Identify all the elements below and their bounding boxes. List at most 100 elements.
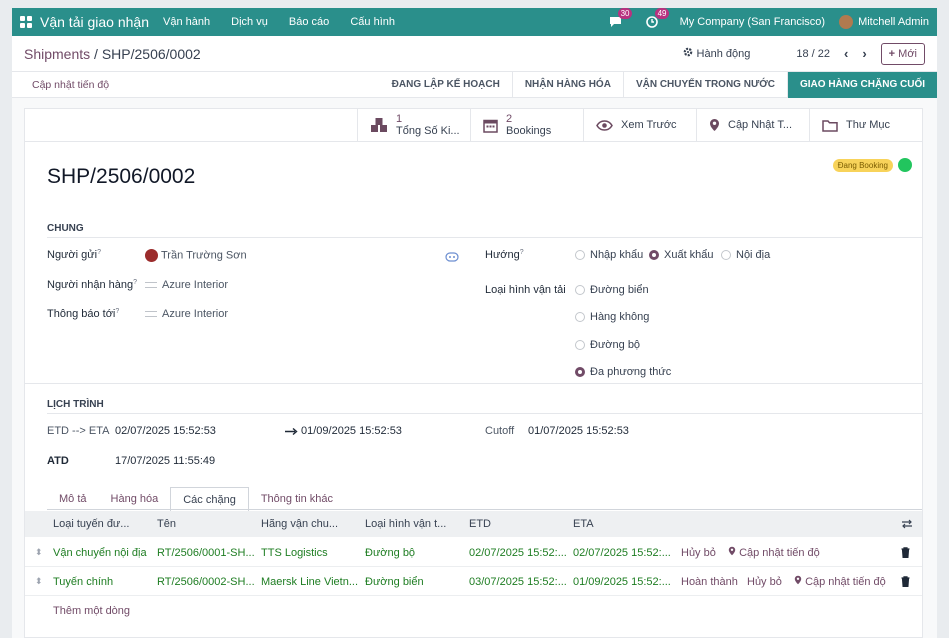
notify-field[interactable]: Azure Interior: [145, 308, 228, 320]
row-cancel-button[interactable]: Hủy bỏ: [747, 576, 782, 588]
radio-icon: [575, 340, 585, 351]
boxes-icon: [371, 118, 387, 132]
app-grid-icon[interactable]: [20, 16, 32, 28]
user-name: Mitchell Admin: [858, 15, 929, 28]
table-row[interactable]: ⬍ Tuyến chính RT/2506/0002-SH... Maersk …: [25, 568, 922, 596]
chat-button[interactable]: 30: [609, 8, 633, 28]
help-icon[interactable]: ?: [520, 249, 524, 256]
drag-handle-icon[interactable]: ⬍: [35, 547, 43, 558]
smart-button-folder[interactable]: Thư Mục: [809, 109, 922, 141]
gear-icon: [684, 47, 693, 57]
direction-domestic-radio[interactable]: Nội địa: [721, 249, 770, 261]
row-transport-mode: Đường biển: [365, 575, 424, 588]
smart-button-packages[interactable]: 1 Tổng Số Ki...: [357, 109, 470, 141]
eta-field[interactable]: 01/09/2025 15:52:53: [301, 425, 402, 437]
activity-button[interactable]: 49: [645, 8, 670, 28]
column-settings-icon[interactable]: [901, 519, 913, 529]
help-icon[interactable]: ?: [97, 249, 101, 256]
sender-label: Người gửi?: [47, 249, 101, 261]
pager-next-icon[interactable]: ›: [862, 46, 866, 61]
transport-sea-radio[interactable]: Đường biển: [575, 284, 649, 296]
smart-button-packages-count: 1: [396, 112, 403, 125]
company-icon: [145, 282, 157, 289]
stage-domestic-transport[interactable]: VẬN CHUYỂN TRONG NƯỚC: [624, 71, 788, 98]
section-divider: [47, 237, 922, 238]
odoo-bot-icon[interactable]: [445, 251, 459, 263]
col-name[interactable]: Tên: [157, 518, 176, 530]
consignee-value: Azure Interior: [162, 279, 229, 291]
pager-prev-icon[interactable]: ‹: [844, 46, 848, 61]
stage-last-mile[interactable]: GIAO HÀNG CHẶNG CUỐI: [788, 71, 937, 98]
col-route-type[interactable]: Loại tuyến đư...: [53, 518, 129, 530]
row-update-progress-button[interactable]: Cập nhật tiến độ: [728, 546, 820, 559]
row-update-progress-button[interactable]: Cập nhật tiến độ: [794, 575, 886, 588]
user-menu[interactable]: Mitchell Admin: [839, 15, 929, 29]
row-eta: 02/07/2025 15:52:...: [573, 546, 671, 559]
consignee-field[interactable]: Azure Interior: [145, 279, 228, 291]
help-icon[interactable]: ?: [133, 279, 137, 286]
menu-operations[interactable]: Vận hành: [163, 16, 210, 28]
radio-checked-icon: [649, 250, 659, 261]
table-row[interactable]: ⬍ Vận chuyển nội địa RT/2506/0001-SH... …: [25, 539, 922, 567]
map-marker-icon: [794, 575, 802, 585]
trash-icon[interactable]: [901, 576, 910, 587]
stage-receiving[interactable]: NHẬN HÀNG HÓA: [513, 71, 624, 98]
direction-domestic-label: Nội địa: [736, 249, 771, 261]
action-menu-button[interactable]: Hành động: [683, 47, 750, 60]
col-transport-mode[interactable]: Loại hình vận t...: [365, 518, 446, 530]
cutoff-label: Cutoff: [485, 425, 515, 437]
breadcrumb-parent[interactable]: Shipments: [24, 46, 90, 62]
trash-icon[interactable]: [901, 547, 910, 558]
col-etd[interactable]: ETD: [469, 518, 491, 530]
menu-services[interactable]: Dịch vụ: [231, 16, 268, 28]
update-progress-button[interactable]: Cập nhật tiến độ: [32, 79, 109, 91]
smart-button-folder-label: Thư Mục: [846, 119, 891, 131]
atd-field[interactable]: 17/07/2025 11:55:49: [115, 455, 215, 467]
etd-field[interactable]: 02/07/2025 15:52:53: [115, 425, 216, 437]
sender-field[interactable]: Trần Trường Sơn: [145, 249, 247, 262]
radio-icon: [575, 312, 585, 323]
record-title: SHP/2506/0002: [47, 165, 196, 188]
user-avatar: [839, 15, 854, 29]
section-general-title: CHUNG: [47, 223, 84, 234]
smart-button-bookings-count: 2: [506, 112, 513, 125]
smart-button-preview[interactable]: Xem Trước: [583, 109, 696, 141]
help-icon[interactable]: ?: [115, 308, 119, 315]
menu-reports[interactable]: Báo cáo: [289, 16, 329, 28]
company-icon: [145, 311, 157, 318]
direction-export-radio[interactable]: Xuất khẩu: [649, 249, 714, 261]
col-carrier[interactable]: Hãng vận chu...: [261, 518, 338, 530]
new-record-label: Mới: [898, 47, 917, 60]
direction-export-label: Xuất khẩu: [664, 249, 714, 261]
section-schedule-title: LỊCH TRÌNH: [47, 399, 104, 410]
row-cancel-button[interactable]: Hủy bỏ: [681, 547, 716, 559]
new-record-button[interactable]: + Mới: [880, 42, 925, 65]
company-switcher[interactable]: My Company (San Francisco): [680, 16, 826, 28]
add-line-row: Thêm một dòng: [25, 597, 922, 625]
smart-button-tracking[interactable]: Cập Nhật T...: [696, 109, 809, 141]
smart-button-preview-label: Xem Trước: [621, 119, 677, 131]
transport-air-radio[interactable]: Hàng không: [575, 311, 649, 323]
user-avatar-icon: [145, 249, 158, 262]
transport-multimodal-radio[interactable]: Đa phương thức: [575, 366, 671, 378]
cutoff-field[interactable]: 01/07/2025 15:52:53: [528, 425, 629, 437]
consignee-label-text: Người nhận hàng: [47, 279, 134, 291]
plus-icon: +: [888, 47, 896, 60]
col-eta[interactable]: ETA: [573, 518, 594, 530]
activity-count-badge: 49: [654, 8, 670, 19]
row-etd: 02/07/2025 15:52:...: [469, 546, 567, 559]
row-carrier: Maersk Line Vietn...: [261, 575, 359, 588]
kanban-state-dot[interactable]: [898, 158, 912, 172]
smart-button-bookings[interactable]: 2 Bookings: [470, 109, 583, 141]
transport-air-label: Hàng không: [590, 311, 650, 323]
transport-road-radio[interactable]: Đường bộ: [575, 339, 640, 351]
direction-import-radio[interactable]: Nhập khẩu: [575, 249, 643, 261]
menu-configuration[interactable]: Cấu hình: [350, 16, 395, 28]
smart-buttons: 1 Tổng Số Ki... 2 Bookings Xem Trước Cập N…: [25, 109, 922, 142]
stage-planning[interactable]: ĐANG LẬP KẾ HOẠCH: [380, 71, 513, 98]
app-name[interactable]: Vận tải giao nhận: [40, 14, 149, 30]
drag-handle-icon[interactable]: ⬍: [35, 576, 43, 587]
pager-value[interactable]: 18 / 22: [796, 48, 830, 60]
add-line-button[interactable]: Thêm một dòng: [53, 605, 130, 617]
row-done-button[interactable]: Hoàn thành: [681, 576, 738, 588]
